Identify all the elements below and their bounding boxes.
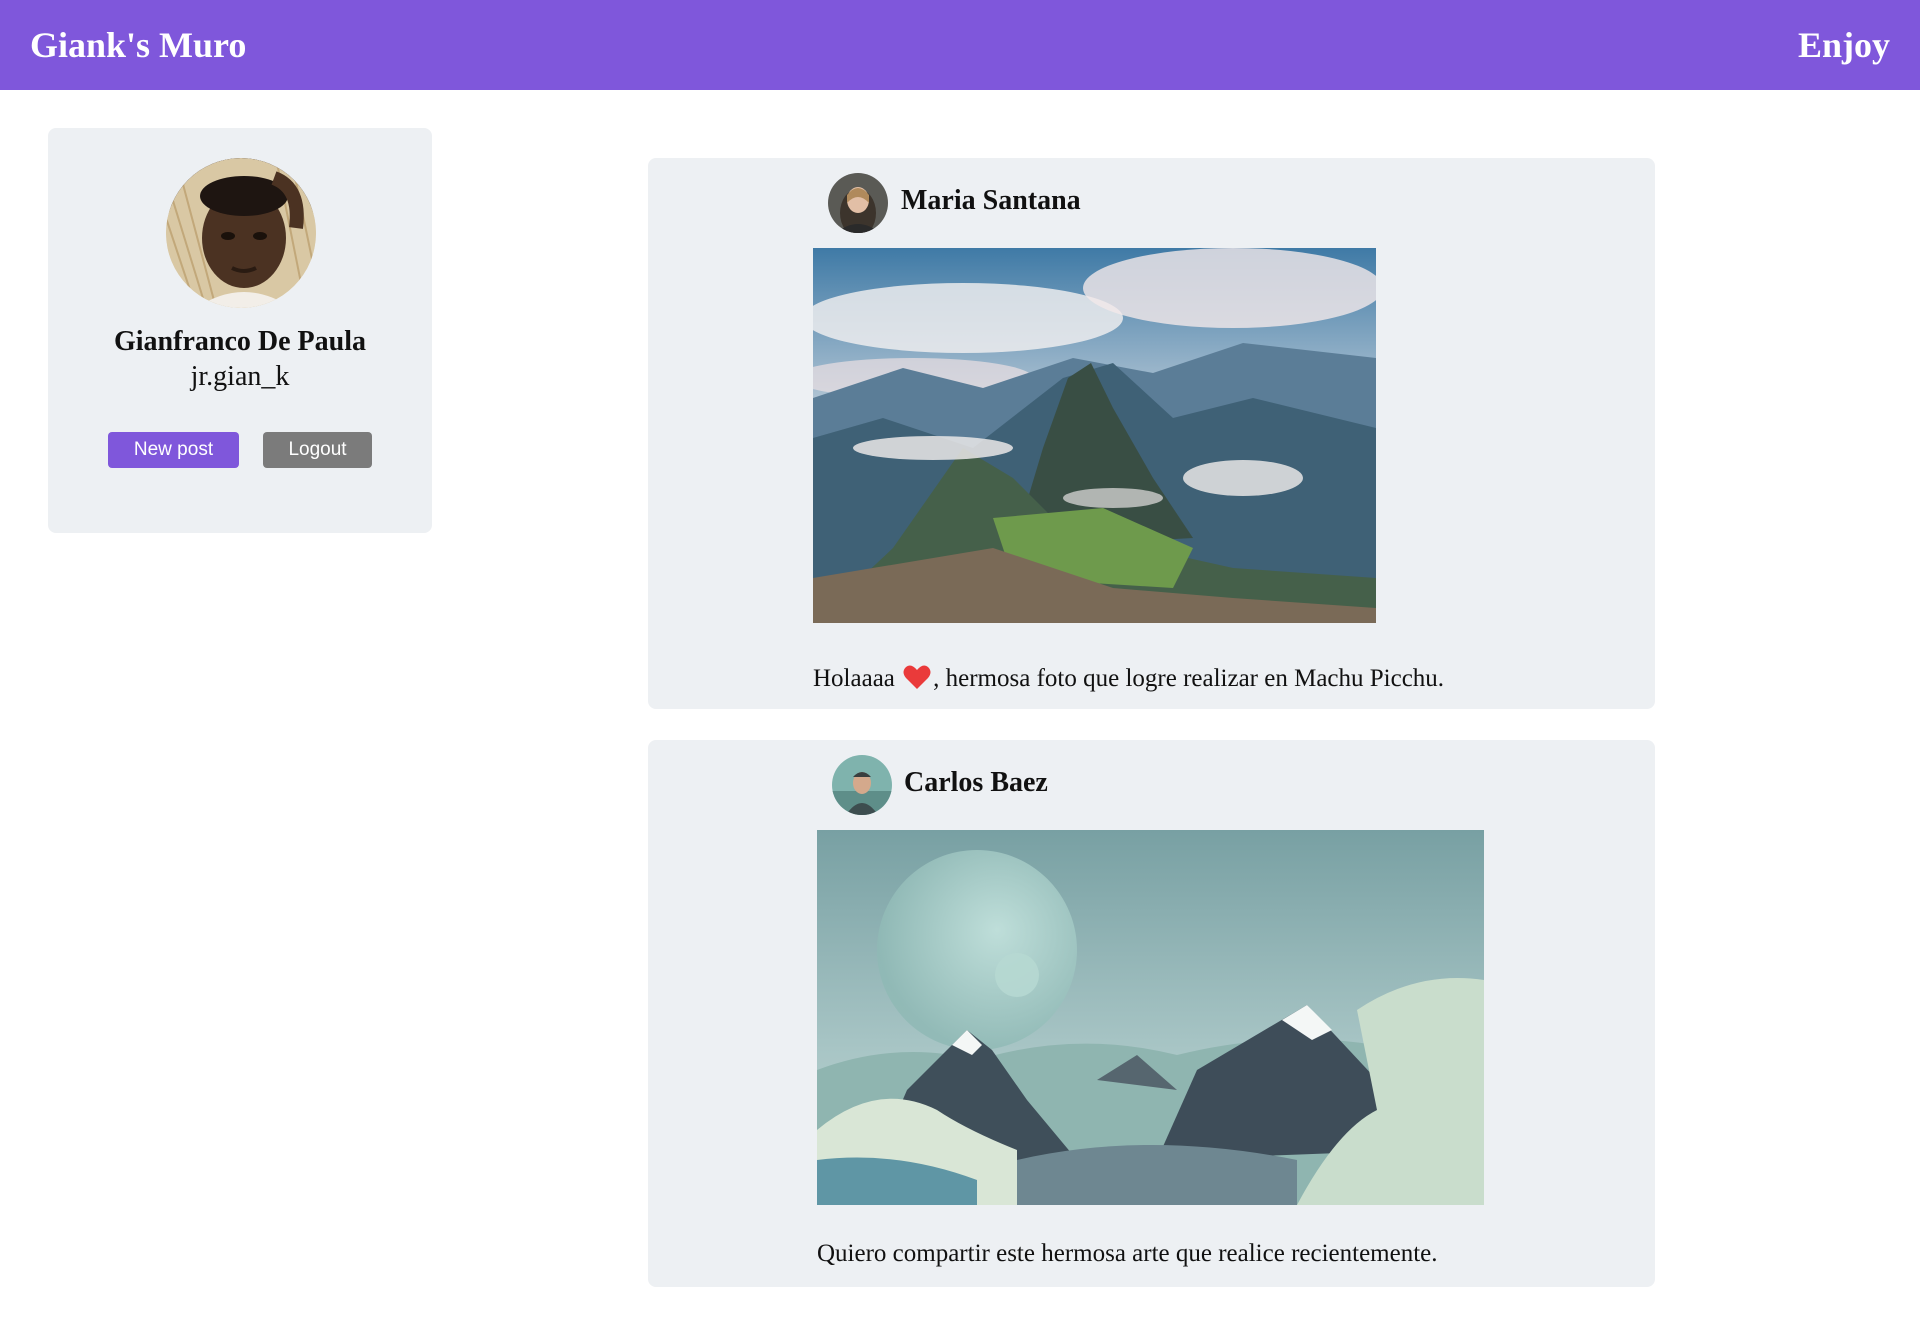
caption-text-after: , hermosa foto que logre realizar en Mac…	[933, 665, 1445, 692]
logout-button[interactable]: Logout	[263, 432, 372, 468]
user-photo-icon	[166, 158, 316, 308]
user-photo-icon	[828, 173, 888, 233]
post-author-avatar[interactable]	[828, 173, 888, 233]
profile-card: Gianfranco De Paula jr.gian_k New post L…	[48, 128, 432, 533]
post-caption: Quiero compartir este hermosa arte que r…	[817, 1240, 1438, 1267]
post-card: Carlos Baez Quiero compartir este hermos…	[648, 740, 1655, 1287]
post-author-name[interactable]: Maria Santana	[901, 185, 1081, 217]
caption-text-before: Holaaaa	[813, 665, 895, 692]
user-photo-icon	[832, 755, 892, 815]
post-image	[817, 830, 1484, 1205]
top-header: Giank's Muro Enjoy	[0, 0, 1920, 90]
profile-avatar	[166, 158, 316, 308]
heart-icon	[903, 664, 931, 690]
profile-name: Gianfranco De Paula	[114, 326, 366, 357]
new-post-button[interactable]: New post	[108, 432, 239, 468]
profile-handle: jr.gian_k	[190, 361, 290, 392]
post-caption: Holaaaa , hermosa foto que logre realiza…	[813, 664, 1444, 693]
post-card: Maria Santana Holaaaa , hermosa foto que…	[648, 158, 1655, 709]
post-author-avatar[interactable]	[832, 755, 892, 815]
post-author-name[interactable]: Carlos Baez	[904, 767, 1048, 799]
mountains-art-icon	[817, 830, 1484, 1205]
header-tagline: Enjoy	[1797, 25, 1890, 65]
post-image	[813, 248, 1376, 623]
machu-picchu-photo-icon	[813, 248, 1376, 623]
brand-title[interactable]: Giank's Muro	[30, 24, 246, 66]
